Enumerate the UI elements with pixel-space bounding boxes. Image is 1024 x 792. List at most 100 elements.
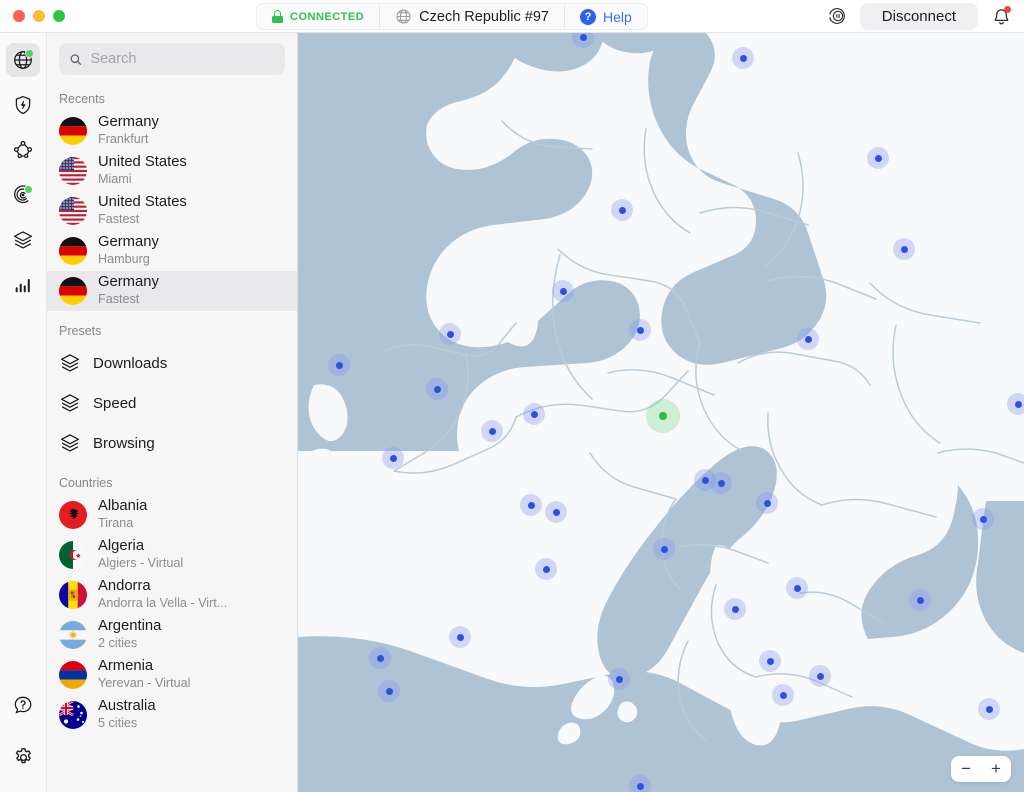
server-marker[interactable] [535, 558, 557, 580]
server-marker[interactable] [629, 775, 651, 792]
server-marker[interactable] [759, 650, 781, 672]
server-marker[interactable] [797, 328, 819, 350]
country-name: United States [98, 194, 187, 211]
server-marker[interactable] [978, 698, 1000, 720]
selected-server-marker[interactable] [646, 399, 680, 433]
map-canvas[interactable]: − + [298, 33, 1024, 792]
bar-chart-icon [12, 274, 34, 296]
disconnect-label: Disconnect [882, 8, 956, 25]
server-marker[interactable] [653, 538, 675, 560]
country-name: Germany [98, 234, 159, 251]
server-marker[interactable] [426, 378, 448, 400]
row-text: AndorraAndorra la Vella - Virt... [98, 578, 227, 611]
rail-item-presets[interactable] [6, 223, 40, 257]
server-marker[interactable] [909, 589, 931, 611]
presets-list: Downloads SpeedBrowsing [47, 343, 297, 463]
server-marker[interactable] [867, 147, 889, 169]
server-marker[interactable] [611, 199, 633, 221]
marker-dot [543, 566, 550, 573]
server-marker[interactable] [328, 354, 350, 376]
preset-row[interactable]: Browsing [47, 423, 297, 463]
countries-row[interactable]: Argentina2 cities [47, 615, 297, 655]
server-marker[interactable] [1007, 393, 1024, 415]
countries-row[interactable]: AlgeriaAlgiers - Virtual [47, 535, 297, 575]
search-box[interactable] [59, 43, 285, 75]
minimize-window-button[interactable] [33, 10, 45, 22]
server-marker[interactable] [809, 665, 831, 687]
help-button[interactable]: ? Help [564, 4, 647, 29]
titlebar: CONNECTED Czech Republic #97 ? Help [0, 0, 1024, 33]
marker-dot [986, 706, 993, 713]
server-marker[interactable] [552, 280, 574, 302]
rail-item-settings[interactable] [6, 740, 40, 774]
server-marker[interactable] [786, 577, 808, 599]
server-marker[interactable] [378, 680, 400, 702]
server-marker[interactable] [481, 420, 503, 442]
status-badge [24, 185, 33, 194]
rail-item-threat-scan[interactable] [6, 178, 40, 212]
location-list[interactable]: Recents GermanyFrankfurtUnited StatesMia… [47, 79, 297, 792]
recents-row[interactable]: United StatesMiami [47, 151, 297, 191]
rail-item-globe[interactable] [6, 43, 40, 77]
server-marker[interactable] [756, 492, 778, 514]
recents-row[interactable]: United StatesFastest [47, 191, 297, 231]
notifications-button[interactable] [988, 3, 1014, 29]
server-marker[interactable] [629, 319, 651, 341]
recents-row[interactable]: GermanyFastest [47, 271, 297, 311]
countries-row[interactable]: ArmeniaYerevan - Virtual [47, 655, 297, 695]
countries-row[interactable]: AndorraAndorra la Vella - Virt... [47, 575, 297, 615]
rail-item-statistics[interactable] [6, 268, 40, 302]
server-marker[interactable] [449, 626, 471, 648]
server-marker[interactable] [523, 403, 545, 425]
server-marker[interactable] [545, 501, 567, 523]
city-label: Fastest [98, 292, 159, 308]
marker-dot [794, 585, 801, 592]
flag-icon-de [59, 237, 87, 265]
server-marker[interactable] [369, 647, 391, 669]
server-marker[interactable] [710, 472, 732, 494]
marker-dot [702, 477, 709, 484]
marker-dot [553, 509, 560, 516]
zoom-out-button[interactable]: − [951, 756, 981, 782]
rail-item-threat-protection[interactable] [6, 88, 40, 122]
server-marker[interactable] [972, 508, 994, 530]
marker-dot [390, 455, 397, 462]
server-marker[interactable] [772, 684, 794, 706]
city-label: 5 cities [98, 716, 156, 732]
flag-icon-de [59, 277, 87, 305]
server-marker[interactable] [382, 447, 404, 469]
notification-badge [1004, 6, 1011, 13]
marker-dot [457, 634, 464, 641]
icon-rail [0, 33, 47, 792]
help-circle-icon [12, 694, 34, 716]
disconnect-button[interactable]: Disconnect [860, 3, 978, 30]
pause-button[interactable] [824, 3, 850, 29]
rail-item-help[interactable] [6, 688, 40, 722]
server-marker[interactable] [732, 47, 754, 69]
countries-row[interactable]: AlbaniaTirana [47, 495, 297, 535]
city-label: Tirana [98, 516, 147, 532]
marker-dot [805, 336, 812, 343]
vpn-app-window: CONNECTED Czech Republic #97 ? Help [0, 0, 1024, 792]
marker-dot [637, 327, 644, 334]
zoom-window-button[interactable] [53, 10, 65, 22]
server-marker[interactable] [439, 323, 461, 345]
server-marker[interactable] [724, 598, 746, 620]
countries-row[interactable]: Australia5 cities [47, 695, 297, 735]
server-marker[interactable] [608, 668, 630, 690]
recents-row[interactable]: GermanyFrankfurt [47, 111, 297, 151]
country-name: Albania [98, 498, 147, 515]
preset-row[interactable]: Speed [47, 383, 297, 423]
zoom-in-button[interactable]: + [981, 756, 1011, 782]
server-marker[interactable] [520, 494, 542, 516]
flag-icon-ad [59, 581, 87, 609]
preset-row[interactable]: Downloads [47, 343, 297, 383]
recents-row[interactable]: GermanyHamburg [47, 231, 297, 271]
current-server[interactable]: Czech Republic #97 [379, 4, 564, 29]
marker-dot [619, 207, 626, 214]
search-input[interactable] [90, 51, 275, 67]
server-marker[interactable] [893, 238, 915, 260]
close-window-button[interactable] [13, 10, 25, 22]
preset-label: Downloads [93, 355, 167, 372]
rail-item-mesh-network[interactable] [6, 133, 40, 167]
